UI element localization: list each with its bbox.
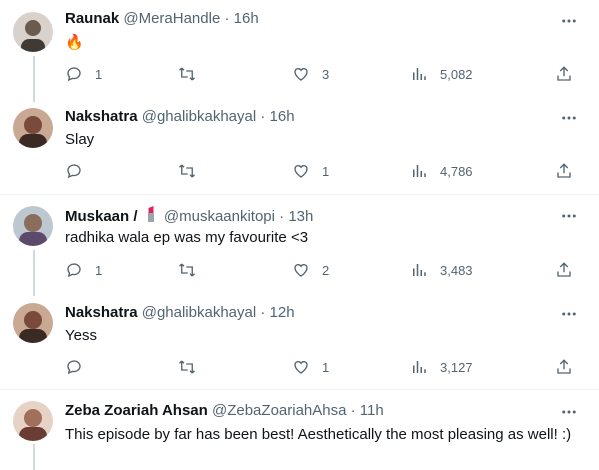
share-button[interactable]	[555, 65, 573, 83]
views-count: 5,082	[440, 66, 473, 82]
user-handle[interactable]: @ZebaZoariahAhsa	[212, 402, 346, 419]
reply-button[interactable]	[65, 358, 95, 376]
reply-button[interactable]: 1	[65, 261, 102, 279]
user-name[interactable]: Nakshatra	[65, 108, 138, 125]
retweet-icon	[179, 360, 195, 374]
reply-count: 1	[95, 262, 103, 278]
avatar[interactable]	[13, 12, 53, 52]
like-icon	[294, 68, 308, 81]
user-handle[interactable]: @MeraHandle	[123, 10, 220, 27]
tweet-actions: 1 3,127	[0, 358, 599, 378]
more-icon[interactable]	[557, 304, 581, 324]
share-button[interactable]	[555, 261, 573, 279]
share-icon	[557, 66, 571, 81]
views-icon	[413, 165, 426, 177]
tweet-header: Raunak @MeraHandle · 16h	[65, 9, 259, 29]
like-count: 1	[322, 359, 330, 375]
timestamp[interactable]: 11h	[360, 402, 384, 419]
avatar[interactable]	[13, 401, 53, 441]
lipstick-icon	[145, 205, 157, 229]
separator-dot: ·	[260, 304, 266, 321]
tweet-text: Slay	[65, 131, 95, 148]
like-count: 1	[322, 163, 330, 179]
timestamp[interactable]: 12h	[270, 304, 295, 321]
user-name[interactable]: Muskaan /	[65, 208, 138, 225]
retweet-button[interactable]	[177, 358, 209, 376]
views-button[interactable]: 3,483	[410, 261, 473, 279]
more-icon[interactable]	[557, 11, 581, 31]
retweet-icon	[179, 67, 195, 81]
user-handle[interactable]: @muskaankitopi	[164, 208, 275, 225]
more-icon[interactable]	[557, 206, 581, 226]
retweet-icon	[179, 164, 195, 178]
views-button[interactable]: 3,127	[410, 358, 473, 376]
like-button[interactable]: 3	[292, 65, 329, 83]
tweet-actions: 1 3 5,082	[0, 65, 599, 85]
like-count: 2	[322, 262, 330, 278]
tweet-text: 🔥	[65, 34, 84, 51]
tweet-actions: 1 4,786	[0, 162, 599, 182]
reply-button[interactable]: 1	[65, 65, 102, 83]
divider	[0, 389, 599, 390]
reply-icon	[67, 360, 81, 375]
views-icon	[413, 361, 426, 373]
share-icon	[557, 359, 571, 374]
views-button[interactable]: 5,082	[410, 65, 473, 83]
like-button[interactable]: 2	[292, 261, 329, 279]
retweet-icon	[179, 263, 195, 277]
more-icon[interactable]	[557, 108, 581, 128]
avatar[interactable]	[13, 303, 53, 343]
user-name[interactable]: Nakshatra	[65, 304, 138, 321]
user-handle[interactable]: @ghalibkakhayal	[142, 108, 256, 125]
views-count: 3,127	[440, 359, 473, 375]
reply-button[interactable]	[65, 162, 95, 180]
views-button[interactable]: 4,786	[410, 162, 473, 180]
tweet-header: Muskaan / @muskaankitopi · 13h	[65, 205, 313, 229]
timestamp[interactable]: 13h	[288, 208, 313, 225]
reply-icon	[67, 67, 81, 82]
views-count: 3,483	[440, 262, 473, 278]
retweet-button[interactable]	[177, 162, 209, 180]
timestamp[interactable]: 16h	[270, 108, 295, 125]
share-icon	[557, 262, 571, 277]
separator-dot: ·	[260, 108, 266, 125]
like-icon	[294, 264, 308, 277]
retweet-button[interactable]	[177, 65, 209, 83]
avatar[interactable]	[13, 108, 53, 148]
separator-dot: ·	[279, 208, 285, 225]
user-name[interactable]: Zeba Zoariah Ahsan	[65, 402, 208, 419]
share-button[interactable]	[555, 358, 573, 376]
like-icon	[294, 165, 308, 178]
share-button[interactable]	[555, 162, 573, 180]
tweet-actions: 1 2 3,483	[0, 261, 599, 281]
user-handle[interactable]: @ghalibkakhayal	[142, 304, 256, 321]
like-icon	[294, 361, 308, 374]
like-button[interactable]: 1	[292, 162, 329, 180]
reply-count: 1	[95, 66, 103, 82]
retweet-button[interactable]	[177, 261, 209, 279]
tweet-text: This episode by far has been best! Aesth…	[65, 426, 572, 443]
views-icon	[413, 264, 426, 276]
like-button[interactable]: 1	[292, 358, 329, 376]
thread-line	[33, 444, 35, 470]
tweet-header: Nakshatra @ghalibkakhayal · 16h	[65, 107, 295, 127]
timestamp[interactable]: 16h	[234, 10, 259, 27]
tweet-text: radhika wala ep was my favourite <3	[65, 229, 309, 246]
tweet-text: Yess	[65, 327, 97, 344]
views-icon	[413, 68, 426, 80]
divider	[0, 194, 599, 195]
separator-dot: ·	[224, 10, 230, 27]
avatar[interactable]	[13, 206, 53, 246]
tweet-header: Zeba Zoariah Ahsan @ZebaZoariahAhsa · 11…	[65, 401, 384, 421]
user-name[interactable]: Raunak	[65, 10, 119, 27]
views-count: 4,786	[440, 163, 473, 179]
share-icon	[557, 163, 571, 178]
more-icon[interactable]	[557, 402, 581, 422]
like-count: 3	[322, 66, 330, 82]
tweet-header: Nakshatra @ghalibkakhayal · 12h	[65, 303, 295, 323]
separator-dot: ·	[350, 402, 356, 419]
reply-icon	[67, 263, 81, 278]
reply-icon	[67, 164, 81, 179]
